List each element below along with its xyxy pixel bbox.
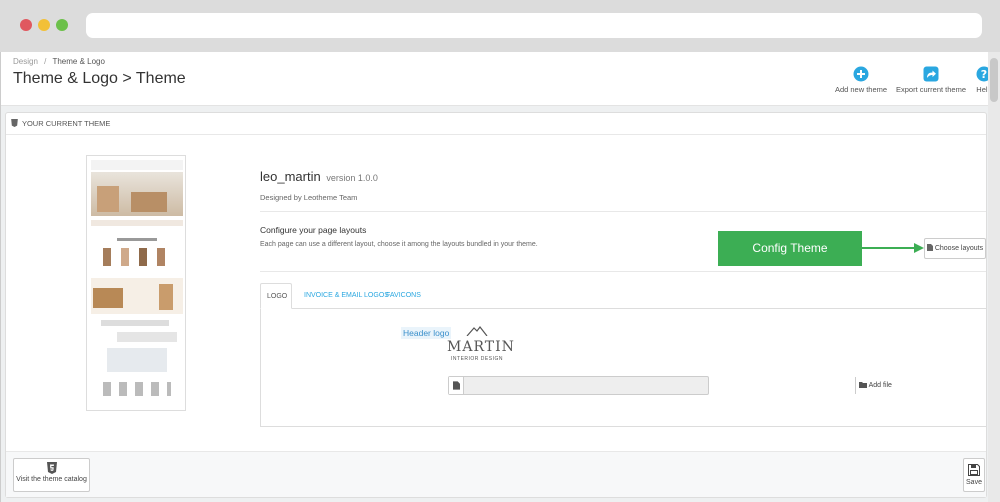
page-title: Theme & Logo > Theme [13, 70, 186, 87]
save-button[interactable]: Save [963, 458, 985, 492]
browser-chrome [0, 0, 1000, 52]
address-bar[interactable] [86, 13, 982, 38]
scrollbar-track[interactable] [988, 52, 1000, 502]
divider [260, 211, 986, 212]
logo-brand: MARTIN [447, 339, 515, 355]
add-file-button[interactable]: Add file [855, 377, 895, 394]
scrollbar-thumb[interactable] [990, 58, 998, 102]
breadcrumb-current: Theme & Logo [52, 57, 105, 66]
add-new-theme-label: Add new theme [834, 85, 888, 94]
file-input-icon-box [449, 377, 464, 394]
tab-invoice-email-logos-label: Invoice & Email Logos [304, 292, 389, 299]
panel-heading: Your current theme [6, 113, 986, 135]
choose-layouts-button[interactable]: Choose layouts [924, 238, 986, 259]
visit-theme-catalog-label: Visit the theme catalog [16, 476, 87, 483]
html5-icon [11, 119, 18, 127]
layouts-description: Each page can use a different layout, ch… [260, 241, 538, 248]
breadcrumb-root[interactable]: Design [13, 57, 38, 66]
arrow-right-icon [862, 243, 924, 253]
visit-theme-catalog-button[interactable]: Visit the theme catalog [13, 458, 90, 492]
tab-logo-label: Logo [267, 293, 288, 300]
plus-circle-icon [853, 66, 869, 82]
page-header: Design / Theme & Logo Theme & Logo > The… [1, 52, 992, 106]
panel-footer: Visit the theme catalog Save [6, 451, 986, 497]
folder-icon [859, 382, 868, 388]
breadcrumb: Design / Theme & Logo [13, 57, 105, 66]
header-logo-image: MARTIN INTERIOR DESIGN [447, 323, 515, 362]
maximize-window-dot[interactable] [56, 19, 68, 31]
svg-text:?: ? [981, 68, 987, 81]
mountain-logo-icon [466, 326, 488, 337]
page: Design / Theme & Logo Theme & Logo > The… [0, 52, 996, 502]
html5-icon [46, 462, 57, 474]
current-theme-panel: Your current theme leo_martin version [5, 112, 987, 498]
file-icon [926, 244, 933, 251]
choose-layouts-label: Choose layouts [934, 245, 984, 252]
save-label: Save [966, 479, 982, 486]
export-theme-button[interactable]: Export current theme [894, 66, 968, 94]
save-icon [968, 464, 980, 476]
minimize-window-dot[interactable] [38, 19, 50, 31]
add-new-theme-button[interactable]: Add new theme [834, 66, 888, 94]
theme-designer: Designed by Leotheme Team [260, 193, 358, 202]
panel-heading-label: Your current theme [21, 119, 111, 128]
layouts-title: Configure your page layouts [260, 225, 367, 235]
logo-tabs: Logo Invoice & Email Logos Favicons [260, 283, 987, 309]
export-theme-label: Export current theme [895, 85, 967, 94]
theme-name: leo_martin version 1.0.0 [260, 169, 378, 184]
close-window-dot[interactable] [20, 19, 32, 31]
header-logo-file-input[interactable]: Add file [448, 376, 895, 395]
file-icon [453, 381, 460, 390]
logo-subtitle: INTERIOR DESIGN [451, 356, 503, 362]
share-icon [923, 66, 939, 82]
theme-preview-image [86, 155, 186, 411]
config-theme-annotation: Config Theme [718, 231, 862, 266]
tab-favicons-label: Favicons [386, 292, 421, 299]
tab-logo[interactable]: Logo [260, 283, 292, 309]
logo-tab-content: Header logo MARTIN INTERIOR DESIGN Add f… [260, 309, 987, 427]
breadcrumb-separator: / [44, 57, 47, 66]
header-logo-label: Header logo [401, 327, 452, 339]
theme-version: version 1.0.0 [326, 173, 378, 183]
divider [260, 271, 986, 272]
theme-name-text: leo_martin [260, 169, 321, 184]
tab-favicons[interactable]: Favicons [378, 283, 429, 309]
add-file-label: Add file [868, 382, 892, 389]
